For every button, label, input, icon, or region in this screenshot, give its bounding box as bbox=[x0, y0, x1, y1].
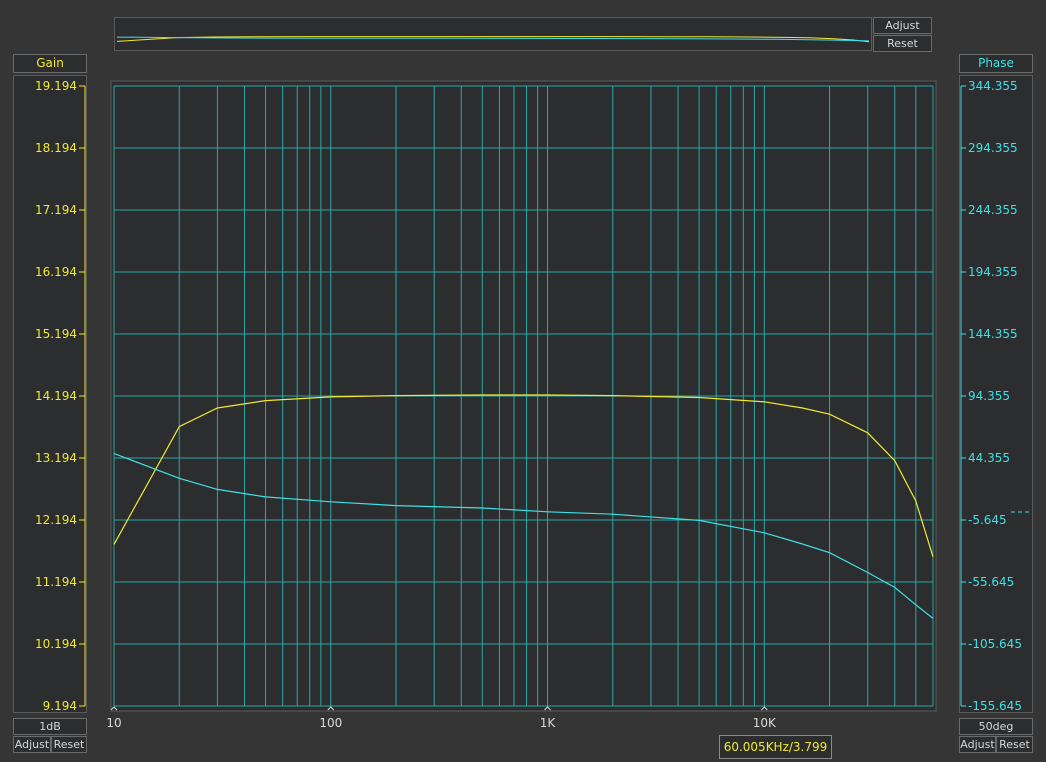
gain-tick-label: 12.194 bbox=[35, 513, 77, 527]
phase-reset-button[interactable]: Reset bbox=[996, 736, 1033, 753]
phase-tick-label: -5.645 bbox=[968, 513, 1007, 527]
gain-tick-label: 13.194 bbox=[35, 451, 77, 465]
gain-scale-label: 1dB bbox=[13, 718, 87, 735]
gain-tick-label: 19.194 bbox=[35, 79, 77, 93]
gain-tick-label: 17.194 bbox=[35, 203, 77, 217]
gain-tick-label: 9.194 bbox=[43, 699, 77, 713]
phase-adjust-button[interactable]: Adjust bbox=[959, 736, 996, 753]
gain-tick-label: 15.194 bbox=[35, 327, 77, 341]
phase-scale-label: 50deg bbox=[959, 718, 1033, 735]
gain-tick-label: 10.194 bbox=[35, 637, 77, 651]
gain-adjust-button[interactable]: Adjust bbox=[13, 736, 51, 753]
gain-tick-label: 14.194 bbox=[35, 389, 77, 403]
x-tick-label: 1K bbox=[540, 716, 557, 730]
phase-tick-label: 144.355 bbox=[968, 327, 1018, 341]
main-plot[interactable]: 19.194 18.194 17.194 16.194 15.194 14.194 13.1… bbox=[0, 0, 1046, 762]
gain-tick-label: 16.194 bbox=[35, 265, 77, 279]
x-tick-label: 10K bbox=[753, 716, 777, 730]
cursor-readout: 60.005KHz/3.799 bbox=[719, 735, 832, 759]
phase-tick-label: -55.645 bbox=[968, 575, 1014, 589]
gain-tick-label: 18.194 bbox=[35, 141, 77, 155]
phase-tick-label: 194.355 bbox=[968, 265, 1018, 279]
gain-tick-label: 11.194 bbox=[35, 575, 77, 589]
phase-tick-label: -155.645 bbox=[968, 699, 1022, 713]
phase-tick-label: 294.355 bbox=[968, 141, 1018, 155]
phase-tick-label: -105.645 bbox=[968, 637, 1022, 651]
gain-reset-button[interactable]: Reset bbox=[51, 736, 87, 753]
phase-tick-label: 94.355 bbox=[968, 389, 1010, 403]
phase-tick-label: 44.355 bbox=[968, 451, 1010, 465]
phase-tick-label: 344.355 bbox=[968, 79, 1018, 93]
x-tick-label: 10 bbox=[106, 716, 121, 730]
phase-tick-label: 244.355 bbox=[968, 203, 1018, 217]
x-tick-label: 100 bbox=[319, 716, 342, 730]
